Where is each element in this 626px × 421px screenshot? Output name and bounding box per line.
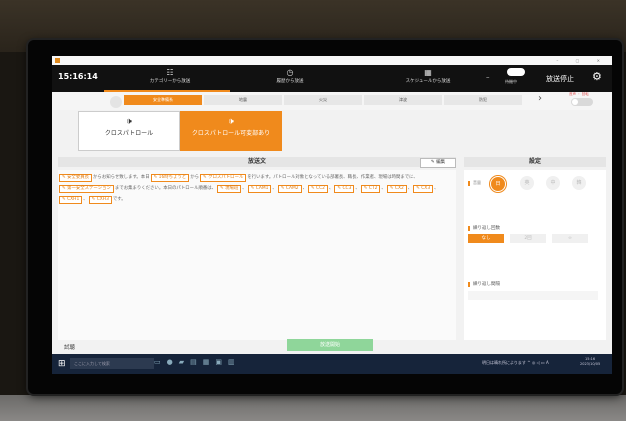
broadcast-text: ✎ 安全委員長 からお知らせ致します。本日 ✎ 16時ちょうど から ✎ クロスパトロー… [58,172,440,205]
tab-tsunami[interactable]: 津波 [364,95,442,105]
nav-category[interactable]: ☷ カテゴリーから放送 [144,68,196,84]
background-floor [0,395,626,421]
window-titlebar: – ▢ ✕ [52,56,612,65]
volume-option[interactable]: 韓 [572,176,586,190]
taskbar: ⊞ ここに入力して検索 ▭●▰▤▦▣▥ 明日は晴れ所によります ^ ◎ ◁ ▭ … [52,354,612,374]
window-controls[interactable]: – ▢ ✕ [556,56,608,65]
nav-schedule-label: スケジュールから放送 [405,79,451,84]
volume-label: 音量 [473,180,481,185]
variable-chip[interactable]: ✎ CC2 [307,185,328,193]
broadcast-text-fragment: です。 [112,197,126,202]
broadcast-text-fragment: までお集まりください。本日のパトロール順番は、 [114,186,217,191]
volume-option[interactable]: 中 [546,176,560,190]
variable-chip[interactable]: ✎ CXH1 [59,196,83,204]
taskbar-app-icons[interactable]: ▭●▰▤▦▣▥ [154,358,241,366]
minimize-icon[interactable]: – [486,73,490,81]
stop-broadcast-button[interactable]: 放送停止 [546,74,574,84]
chevron-right-icon[interactable]: › [538,93,542,104]
subcategory-card-selected[interactable]: 🕩 クロスパトロール可変部あり [180,111,282,151]
broadcast-text-fragment: 、 [272,186,277,191]
variable-chip[interactable]: ✎ CT2 [360,185,381,193]
variable-chip[interactable]: ✎ 現場班 [217,185,242,193]
preview-button[interactable]: 試聴 [64,343,75,351]
taskbar-search[interactable]: ここに入力して検索 [70,358,154,369]
settings-header: 設定 [464,157,606,167]
grid-icon: ☷ [166,68,174,77]
subcategory-label: クロスパトロール [104,130,154,137]
speaker-icon: 🕩 [228,117,234,127]
broadcast-text-fragment: 、 [242,186,247,191]
tab-crime[interactable]: 防犯 [444,95,522,105]
broadcast-text-fragment: 、 [83,197,88,202]
tab-fire[interactable]: 火災 [284,95,362,105]
speaker-icon: 🕩 [126,117,132,127]
clock: 15:16:14 [58,72,98,81]
variable-chip[interactable]: ✎ クロスパトロール [200,174,247,182]
broadcast-text-header: 放送文 [58,157,456,167]
variable-chip[interactable]: ✎ CXH3 [88,196,112,204]
volume-option[interactable]: 日 [490,176,506,192]
broadcast-text-fragment: 、 [381,186,386,191]
broadcast-text-fragment: 、 [328,186,334,191]
nav-schedule[interactable]: ▦ スケジュールから放送 [398,68,458,84]
interval-marker [468,282,470,287]
variable-chip[interactable]: ✎ CC3 [334,185,355,193]
variable-chip[interactable]: ✎ CAM1 [247,185,272,193]
broadcast-text-fragment: 、 [407,186,413,191]
repeat-option[interactable]: なし [468,234,504,243]
volume-option[interactable]: 英 [520,176,534,190]
prev-button[interactable] [110,96,122,108]
variable-chip[interactable]: ✎ 第一安全ステーション [59,185,114,193]
edit-icon: ✎ [430,160,435,165]
status-label: 待機中 [505,79,517,84]
volume-marker [468,181,470,186]
nav-category-label: カテゴリーから放送 [149,79,191,84]
variable-chip[interactable]: ✎ 16時ちょうど [150,174,190,182]
variable-chip[interactable]: ✎ CX2 [386,185,407,193]
tab-earthquake[interactable]: 地震 [204,95,282,105]
status-indicator [507,68,525,76]
broadcast-text-fragment: 、 [434,186,439,191]
interval-slider[interactable] [468,291,598,300]
subcategory-card[interactable]: 🕩 クロスパトロール [78,111,180,151]
tab-safety[interactable]: 安全準備系 [124,95,202,105]
broadcast-text-fragment: 、 [302,186,307,191]
nav-history[interactable]: ◷ 履歴から放送 [264,68,316,84]
variable-chip[interactable]: ✎ CX3 [413,185,434,193]
app-screen: – ▢ ✕ 15:16:14 ☷ カテゴリーから放送 ◷ 履歴から放送 ▦ スケ… [52,56,612,374]
system-tray[interactable]: 明日は晴れ所によります ^ ◎ ◁ ▭ A [482,360,549,366]
repeat-count-label: 繰り返し回数 [473,226,500,231]
repeat-option[interactable]: 2回 [510,234,546,243]
taskbar-clock[interactable]: 15:16 2023/10/05 [580,357,600,367]
taskbar-date: 2023/10/05 [580,362,601,366]
broadcast-text-fragment: からお知らせ致します。本日 [93,175,150,180]
repeat-marker [468,226,470,231]
start-broadcast-button[interactable]: 放送開始 [287,339,373,351]
edit-label: 編集 [436,160,446,165]
subcategory-label: クロスパトロール可変部あり [191,130,271,137]
clock-icon: ◷ [286,68,294,77]
broadcast-text-fragment: を行います。パトロール対象となっている部署長、職長、作業者、現場は時間までに、 [247,175,418,180]
app-icon [55,58,60,63]
app-header: 15:16:14 ☷ カテゴリーから放送 ◷ 履歴から放送 ▦ スケジュールから… [52,65,612,92]
variable-chip[interactable]: ✎ CAM2 [277,185,302,193]
variable-chip[interactable]: ✎ 安全委員長 [59,174,93,182]
gear-icon[interactable]: ⚙ [592,70,602,83]
mode-toggle[interactable] [571,98,593,106]
broadcast-text-fragment: 、 [355,186,360,191]
settings-panel [464,170,606,340]
windows-icon[interactable]: ⊞ [58,359,66,369]
toggle-label: 音声 ・ 回転 [569,92,589,96]
toggle-knob [572,99,578,105]
nav-history-label: 履歴から放送 [276,79,304,84]
calendar-icon: ▦ [424,68,432,77]
repeat-option[interactable]: ∞ [552,234,588,243]
repeat-interval-label: 繰り返し間隔 [473,282,500,287]
edit-button[interactable]: ✎ 編集 [420,158,456,168]
broadcast-text-fragment: から [190,175,200,180]
